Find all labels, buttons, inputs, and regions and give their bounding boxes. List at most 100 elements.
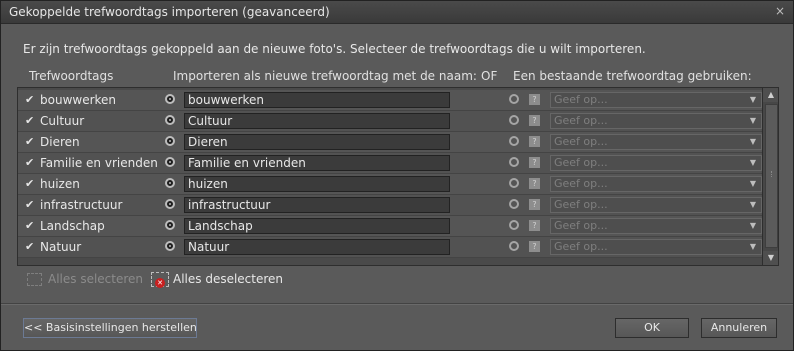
ok-button[interactable]: OK xyxy=(615,318,689,338)
scroll-thumb[interactable] xyxy=(765,104,778,248)
reset-defaults-button[interactable]: << Basisinstellingen herstellen xyxy=(23,318,197,338)
use-existing-radio[interactable] xyxy=(509,136,519,146)
dropdown-placeholder: Geef op... xyxy=(554,93,608,106)
help-icon[interactable]: ? xyxy=(529,178,540,189)
tag-checkbox[interactable]: ✔ xyxy=(25,178,35,189)
tag-name: infrastructuur xyxy=(40,198,123,212)
tag-name: huizen xyxy=(40,177,80,191)
tag-row: ✔ huizen huizen? Geef op... ▼ xyxy=(18,174,762,195)
help-icon[interactable]: ? xyxy=(529,136,540,147)
existing-tag-dropdown[interactable]: Geef op... ▼ xyxy=(550,239,762,255)
new-tag-name-input[interactable]: huizen xyxy=(184,176,450,192)
existing-tag-dropdown[interactable]: Geef op... ▼ xyxy=(550,176,762,192)
tag-name: Dieren xyxy=(40,135,80,149)
dropdown-placeholder: Geef op... xyxy=(554,240,608,253)
new-tag-name-input[interactable]: Dieren xyxy=(184,134,450,150)
help-icon[interactable]: ? xyxy=(529,157,540,168)
tag-row: ✔ infrastructuur infrastructuur? Geef op...… xyxy=(18,195,762,216)
deselect-all-icon: ✕ xyxy=(151,272,169,288)
dropdown-placeholder: Geef op... xyxy=(554,177,608,190)
scroll-down-icon[interactable]: ▼ xyxy=(763,251,778,265)
dropdown-placeholder: Geef op... xyxy=(554,198,608,211)
grip-icon xyxy=(771,171,774,177)
select-all-label: Alles selecteren xyxy=(48,272,144,286)
chevron-down-icon: ▼ xyxy=(749,95,756,104)
existing-tag-dropdown[interactable]: Geef op... ▼ xyxy=(550,113,762,129)
new-tag-name-input[interactable]: bouwwerken xyxy=(184,92,450,108)
import-new-radio[interactable] xyxy=(165,178,175,188)
use-existing-radio[interactable] xyxy=(509,94,519,104)
import-new-radio[interactable] xyxy=(165,241,175,251)
tag-name: Cultuur xyxy=(40,114,85,128)
cancel-button[interactable]: Annuleren xyxy=(701,318,777,338)
tag-row: ✔ Dieren Dieren? Geef op... ▼ xyxy=(18,132,762,153)
chevron-down-icon: ▼ xyxy=(749,158,756,167)
col-header-existing: Een bestaande trefwoordtag gebruiken: xyxy=(513,69,752,83)
tag-row: ✔ bouwwerken bouwwerken? Geef op... ▼ xyxy=(18,90,762,111)
select-all-icon xyxy=(27,273,42,286)
import-new-radio[interactable] xyxy=(165,94,175,104)
tag-checkbox[interactable]: ✔ xyxy=(25,94,35,105)
use-existing-radio[interactable] xyxy=(509,199,519,209)
deselect-all-button[interactable]: ✕ Alles deselecteren xyxy=(151,272,284,288)
tag-row: ✔ Natuur Natuur? Geef op... ▼ xyxy=(18,237,762,258)
import-new-radio[interactable] xyxy=(165,136,175,146)
tag-checkbox[interactable]: ✔ xyxy=(25,199,35,210)
existing-tag-dropdown[interactable]: Geef op... ▼ xyxy=(550,197,762,213)
help-icon[interactable]: ? xyxy=(529,115,540,126)
dropdown-placeholder: Geef op... xyxy=(554,219,608,232)
use-existing-radio[interactable] xyxy=(509,241,519,251)
tag-list: ✔ bouwwerken bouwwerken? Geef op... ▼ ✔ Cultuu… xyxy=(17,87,779,266)
chevron-down-icon: ▼ xyxy=(749,137,756,146)
col-header-tags: Trefwoordtags xyxy=(29,69,114,83)
use-existing-radio[interactable] xyxy=(509,178,519,188)
dropdown-placeholder: Geef op... xyxy=(554,135,608,148)
dropdown-placeholder: Geef op... xyxy=(554,114,608,127)
dropdown-placeholder: Geef op... xyxy=(554,156,608,169)
tag-name: Landschap xyxy=(40,219,105,233)
import-new-radio[interactable] xyxy=(165,220,175,230)
tag-row: ✔ Cultuur Cultuur? Geef op... ▼ xyxy=(18,111,762,132)
tag-checkbox[interactable]: ✔ xyxy=(25,220,35,231)
tag-name: Familie en vrienden xyxy=(40,156,158,170)
deselect-x-icon: ✕ xyxy=(155,278,165,288)
use-existing-radio[interactable] xyxy=(509,157,519,167)
new-tag-name-input[interactable]: Natuur xyxy=(184,239,450,255)
tag-checkbox[interactable]: ✔ xyxy=(25,136,35,147)
import-new-radio[interactable] xyxy=(165,157,175,167)
close-icon[interactable]: × xyxy=(775,4,785,18)
new-tag-name-input[interactable]: Familie en vrienden xyxy=(184,155,450,171)
use-existing-radio[interactable] xyxy=(509,220,519,230)
tag-checkbox[interactable]: ✔ xyxy=(25,157,35,168)
new-tag-name-input[interactable]: Landschap xyxy=(184,218,450,234)
help-icon[interactable]: ? xyxy=(529,220,540,231)
tag-row: ✔ Familie en vrienden Familie en vrienden?… xyxy=(18,153,762,174)
import-tags-dialog: Gekoppelde trefwoordtags importeren (gea… xyxy=(0,0,794,351)
scroll-up-icon[interactable]: ▲ xyxy=(763,88,778,102)
chevron-down-icon: ▼ xyxy=(749,179,756,188)
existing-tag-dropdown[interactable]: Geef op... ▼ xyxy=(550,92,762,108)
chevron-down-icon: ▼ xyxy=(749,200,756,209)
help-icon[interactable]: ? xyxy=(529,94,540,105)
existing-tag-dropdown[interactable]: Geef op... ▼ xyxy=(550,134,762,150)
tag-row: ✔ Landschap Landschap? Geef op... ▼ xyxy=(18,216,762,237)
existing-tag-dropdown[interactable]: Geef op... ▼ xyxy=(550,155,762,171)
col-header-or: OF xyxy=(481,69,498,83)
new-tag-name-input[interactable]: infrastructuur xyxy=(184,197,450,213)
deselect-all-label: Alles deselecteren xyxy=(173,272,284,286)
tag-checkbox[interactable]: ✔ xyxy=(25,115,35,126)
import-new-radio[interactable] xyxy=(165,199,175,209)
use-existing-radio[interactable] xyxy=(509,115,519,125)
help-icon[interactable]: ? xyxy=(529,199,540,210)
tag-checkbox[interactable]: ✔ xyxy=(25,241,35,252)
footer-divider xyxy=(1,303,793,305)
tag-name: Natuur xyxy=(40,240,82,254)
import-new-radio[interactable] xyxy=(165,115,175,125)
new-tag-name-input[interactable]: Cultuur xyxy=(184,113,450,129)
existing-tag-dropdown[interactable]: Geef op... ▼ xyxy=(550,218,762,234)
dialog-title: Gekoppelde trefwoordtags importeren (gea… xyxy=(9,5,330,19)
list-scrollbar[interactable]: ▲ ▼ xyxy=(762,88,778,265)
select-all-button[interactable]: Alles selecteren xyxy=(27,272,143,286)
help-icon[interactable]: ? xyxy=(529,241,540,252)
title-bar[interactable]: Gekoppelde trefwoordtags importeren (gea… xyxy=(1,1,793,24)
